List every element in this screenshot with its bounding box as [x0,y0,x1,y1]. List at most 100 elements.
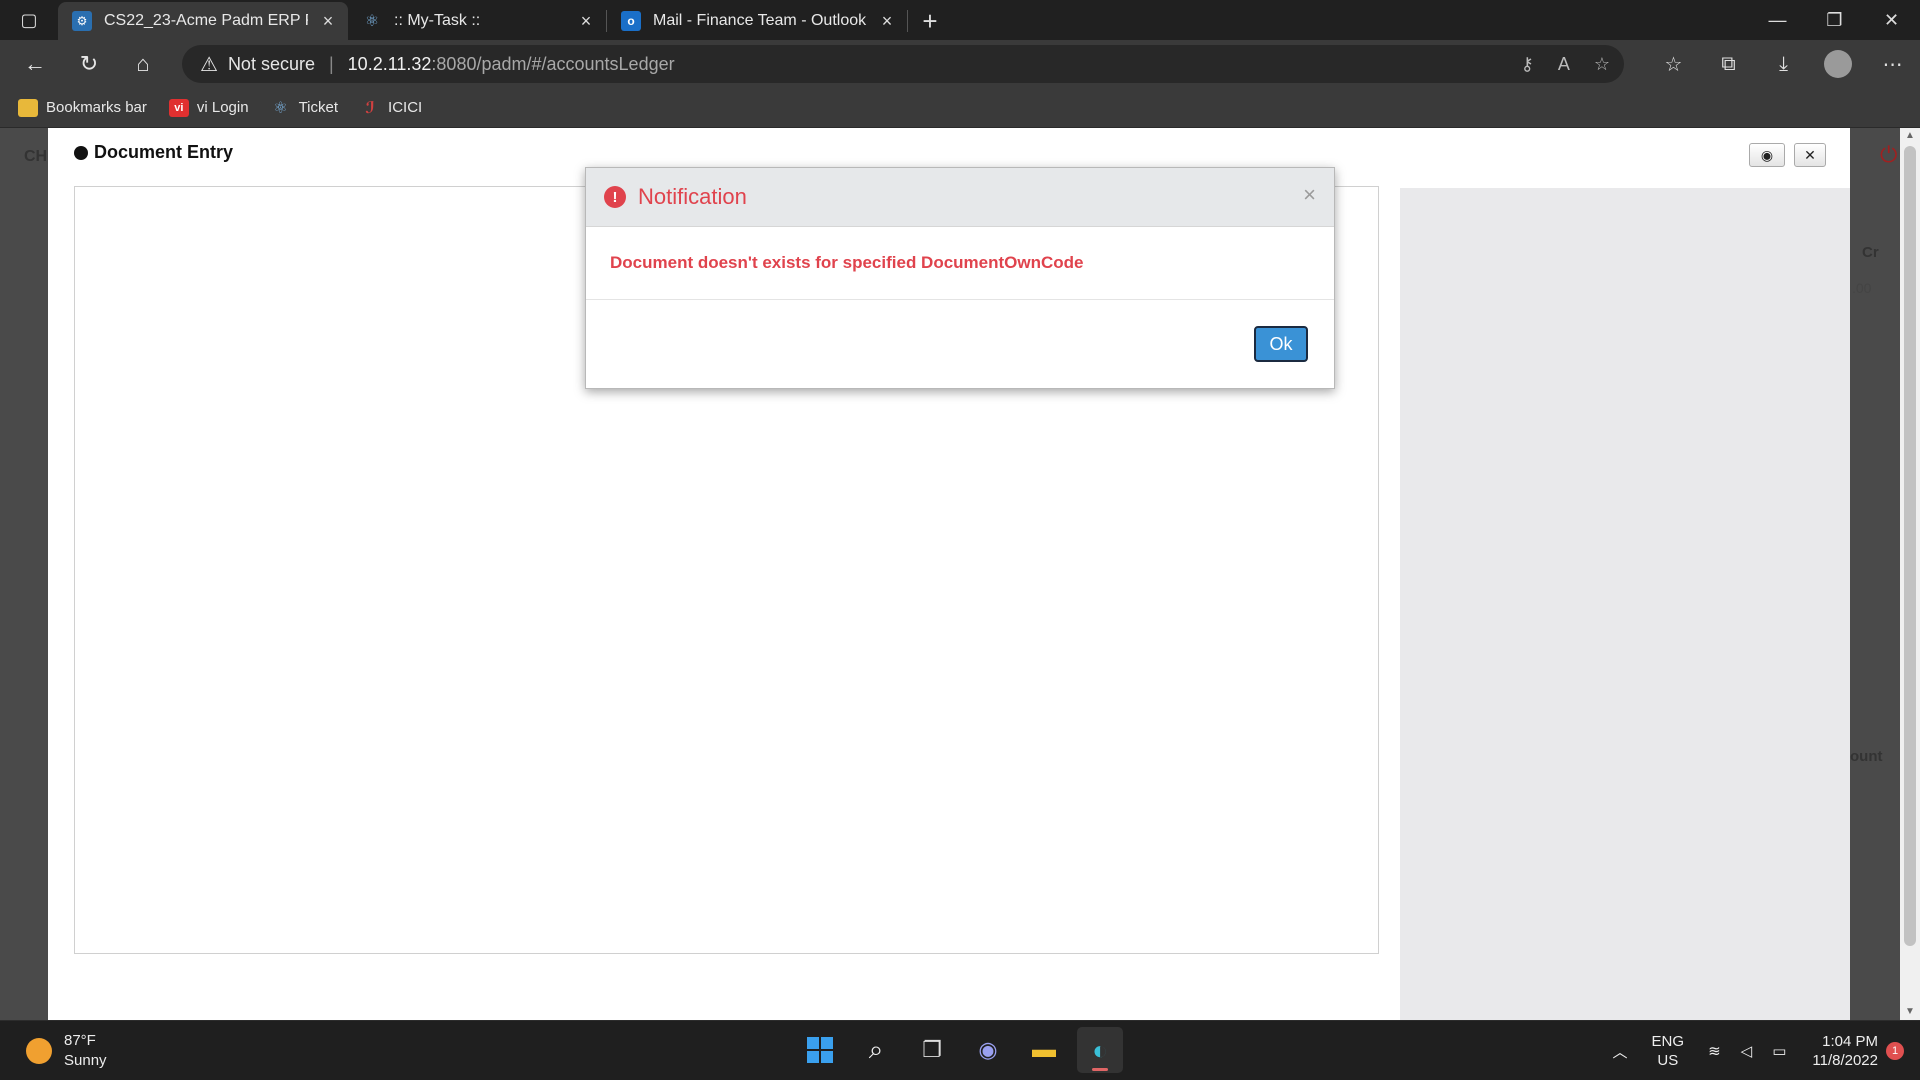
tab-close-icon[interactable]: × [877,11,897,32]
clock[interactable]: 1:04 PM 11/8/2022 [1812,1032,1878,1070]
dialog-message: Document doesn't exists for specified Do… [610,253,1084,272]
new-tab-button[interactable]: + [908,2,952,40]
url-path: :8080/padm/#/accountsLedger [431,53,675,74]
browser-toolbar: ← ↻ ⌂ ⚠ Not secure | 10.2.11.32:8080/pad… [0,40,1920,88]
window-close-icon[interactable]: ✕ [1863,0,1920,40]
file-explorer-icon[interactable]: ▬ [1021,1027,1067,1073]
page-scrollbar[interactable]: ▲ ▼ [1900,128,1920,1020]
minimize-icon[interactable]: — [1749,0,1806,40]
more-menu-icon[interactable]: ⋯ [1865,40,1920,88]
panel-title-text: Document Entry [94,142,234,162]
scrollbar-thumb[interactable] [1904,146,1916,946]
document-side-pane [1400,188,1850,1020]
folder-icon [18,98,38,117]
scroll-down-icon[interactable]: ▼ [1900,1004,1920,1020]
edge-browser-icon[interactable]: ◐ [1077,1027,1123,1073]
weather-widget[interactable]: 87°F Sunny [26,1031,107,1071]
power-icon[interactable]: ⏻ [1880,142,1897,168]
windows-logo-icon [807,1037,833,1063]
ok-button[interactable]: Ok [1254,326,1308,362]
dialog-title: Notification [638,184,747,209]
language-indicator[interactable]: ENG US [1652,1032,1685,1070]
clock-date: 11/8/2022 [1812,1052,1878,1069]
warning-icon: ⚠ [200,53,218,76]
tab-erp[interactable]: ⚙ CS22_23-Acme Padm ERP Platfor × [58,2,348,40]
read-aloud-icon[interactable]: A [1558,54,1570,75]
notification-badge[interactable]: 1 [1886,1042,1904,1060]
task-view-icon[interactable]: ❐ [909,1027,955,1073]
bookmark-label: ICICI [388,99,423,116]
sun-icon [26,1038,52,1064]
clock-time: 1:04 PM [1822,1033,1878,1050]
battery-icon[interactable]: ▭ [1772,1042,1786,1060]
bullet-icon [74,145,88,160]
background-right-strip [1850,128,1900,1020]
browser-tab-bar: ▢ ⚙ CS22_23-Acme Padm ERP Platfor × ⚛ ::… [0,0,1920,40]
background-label-amount: ount [1850,748,1883,765]
restore-icon[interactable]: ❐ [1806,0,1863,40]
bookmarks-bar: Bookmarks bar vi vi Login ⚛ Ticket ℐ ICI… [0,88,1920,128]
volume-icon[interactable]: ◁ [1741,1042,1753,1060]
notification-dialog: ! Notification × Document doesn't exists… [585,167,1335,389]
tab-actions-icon[interactable]: ▢ [0,0,58,40]
tab-title: :: My-Task :: [394,12,481,29]
region-code: US [1657,1052,1679,1069]
tab-title: Mail - Finance Team - Outlook [653,12,867,29]
close-panel-button[interactable]: ✕ [1794,143,1826,167]
wifi-icon[interactable]: ≋ [1708,1042,1721,1060]
refresh-icon[interactable]: ↻ [62,40,116,88]
bookmark-label: vi Login [196,99,249,116]
hide-panel-button[interactable]: ◉ [1749,143,1785,167]
dialog-body: Document doesn't exists for specified Do… [586,227,1334,300]
tab-close-icon[interactable]: × [318,11,338,32]
bookmark-label: Bookmarks bar [46,99,147,116]
address-bar-icons: ⚷ A ☆ [1521,45,1610,83]
collections-icon[interactable]: ⧉ [1701,40,1756,88]
back-icon[interactable]: ← [8,40,62,88]
dialog-close-icon[interactable]: × [1303,182,1316,208]
tab-close-icon[interactable]: × [576,11,596,32]
home-icon[interactable]: ⌂ [116,40,170,88]
start-button[interactable] [797,1027,843,1073]
background-value: .00 [1852,280,1872,296]
address-separator: | [328,53,334,74]
profile-avatar[interactable] [1824,50,1852,78]
tab-title: CS22_23-Acme Padm ERP Platfor [104,12,308,29]
icici-icon: ℐ [365,99,375,117]
favorites-icon[interactable]: ☆ [1646,40,1701,88]
security-label[interactable]: Not secure [228,54,315,75]
url-host: 10.2.11.32 [347,53,432,74]
browser-tools: ☆ ⧉ ⤓ ⋯ [1646,40,1920,88]
dialog-header: ! Notification × [586,168,1334,227]
address-bar[interactable]: ⚠ Not secure | 10.2.11.32:8080/padm/#/ac… [182,45,1624,83]
downloads-icon[interactable]: ⤓ [1756,40,1811,88]
tab-my-task[interactable]: ⚛ :: My-Task :: × [348,2,606,40]
bookmark-folder[interactable]: Bookmarks bar [18,98,147,117]
bookmark-label: Ticket [298,99,339,116]
show-hidden-icons[interactable]: ︿ [1613,1041,1628,1062]
bookmark-ticket[interactable]: ⚛ Ticket [271,99,338,117]
scroll-up-icon[interactable]: ▲ [1900,128,1920,144]
bookmark-icici[interactable]: ℐ ICICI [360,99,422,117]
system-tray: ︿ ENG US ≋ ◁ ▭ 1:04 PM 11/8/2022 1 [1603,1021,1920,1080]
key-icon[interactable]: ⚷ [1521,54,1534,75]
eye-slash-icon: ◉ [1760,146,1774,163]
alert-icon: ! [604,186,626,208]
search-icon[interactable]: ⌕ [853,1027,899,1073]
bookmark-vi-login[interactable]: vi vi Login [168,98,249,117]
weather-condition: Sunny [64,1052,107,1069]
taskbar-apps: ⌕ ❐ ◉ ▬ ◐ [797,1027,1123,1073]
background-column-header: Cr [1862,244,1879,261]
temperature: 87°F [64,1032,96,1049]
erp-favicon-icon: ⚙ [72,11,92,31]
add-favorite-icon[interactable]: ☆ [1594,54,1610,75]
outlook-favicon-icon: o [621,11,641,31]
tab-outlook[interactable]: o Mail - Finance Team - Outlook × [607,2,907,40]
react-icon: ⚛ [273,99,288,117]
windows-taskbar: 87°F Sunny ⌕ ❐ ◉ ▬ ◐ ︿ ENG US ≋ ◁ ▭ 1:04… [0,1020,1920,1080]
dialog-footer: Ok [586,300,1334,388]
chat-icon[interactable]: ◉ [965,1027,1011,1073]
language-code: ENG [1651,1033,1685,1050]
panel-title: Document Entry [74,142,233,163]
react-favicon-icon: ⚛ [364,13,380,30]
